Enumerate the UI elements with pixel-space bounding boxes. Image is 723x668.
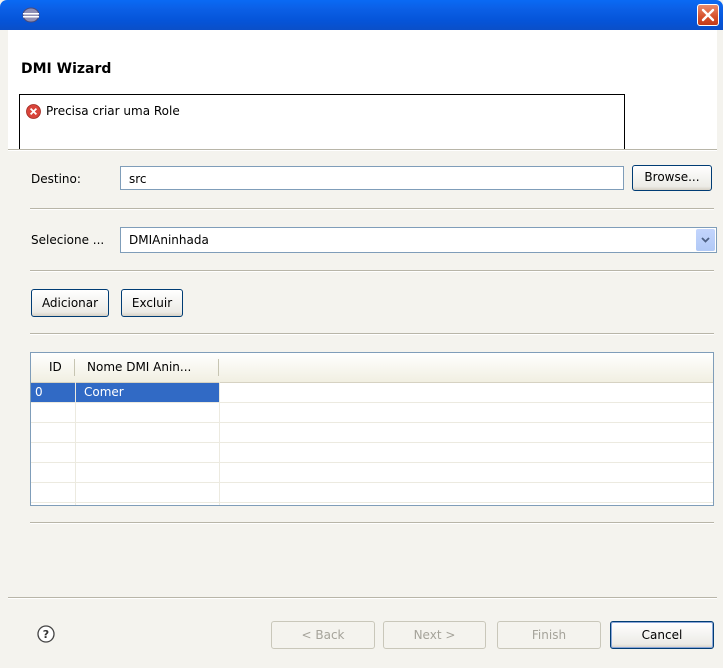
eclipse-icon bbox=[22, 7, 40, 23]
footer-divider bbox=[8, 597, 717, 599]
separator bbox=[30, 522, 714, 524]
browse-button[interactable]: Browse... bbox=[632, 165, 712, 191]
error-message: Precisa criar uma Role bbox=[46, 104, 180, 118]
back-button[interactable]: < Back bbox=[271, 621, 375, 649]
delete-button[interactable]: Excluir bbox=[121, 289, 183, 317]
table-header: ID Nome DMI Anin... bbox=[31, 353, 713, 383]
selecione-combo[interactable]: DMIAninhada bbox=[120, 227, 717, 253]
chevron-down-icon bbox=[701, 237, 710, 243]
window-titlebar bbox=[0, 0, 723, 30]
column-header-id[interactable]: ID bbox=[49, 353, 62, 382]
column-divider[interactable] bbox=[218, 359, 219, 376]
svg-text:?: ? bbox=[43, 628, 49, 641]
separator bbox=[30, 208, 714, 210]
help-icon[interactable]: ? bbox=[37, 625, 55, 643]
table-row[interactable]: 0 Comer bbox=[31, 383, 713, 403]
destino-label: Destino: bbox=[31, 172, 81, 186]
table-row bbox=[31, 483, 713, 503]
wizard-title: DMI Wizard bbox=[21, 61, 112, 77]
combo-dropdown-button[interactable] bbox=[696, 229, 715, 251]
cancel-button[interactable]: Cancel bbox=[610, 621, 714, 649]
selecione-value: DMIAninhada bbox=[129, 233, 209, 247]
destino-input[interactable]: src bbox=[120, 166, 624, 190]
dmi-table[interactable]: ID Nome DMI Anin... 0 Comer bbox=[30, 352, 714, 506]
error-icon bbox=[26, 104, 41, 119]
message-area: Precisa criar uma Role bbox=[19, 94, 625, 149]
table-row bbox=[31, 443, 713, 463]
selecione-label: Selecione ... bbox=[31, 233, 105, 247]
column-header-name[interactable]: Nome DMI Anin... bbox=[87, 353, 191, 382]
table-row bbox=[31, 403, 713, 423]
header-divider bbox=[8, 149, 717, 151]
table-row bbox=[31, 423, 713, 443]
close-button[interactable] bbox=[697, 4, 719, 26]
cell-id[interactable]: 0 bbox=[31, 383, 75, 402]
table-row bbox=[31, 463, 713, 483]
separator bbox=[30, 333, 714, 335]
finish-button[interactable]: Finish bbox=[497, 621, 601, 649]
separator bbox=[30, 270, 714, 272]
next-button[interactable]: Next > bbox=[383, 621, 486, 649]
close-icon bbox=[701, 8, 715, 22]
cell-name[interactable]: Comer bbox=[76, 383, 219, 402]
add-button[interactable]: Adicionar bbox=[31, 289, 109, 317]
column-divider[interactable] bbox=[74, 359, 75, 376]
